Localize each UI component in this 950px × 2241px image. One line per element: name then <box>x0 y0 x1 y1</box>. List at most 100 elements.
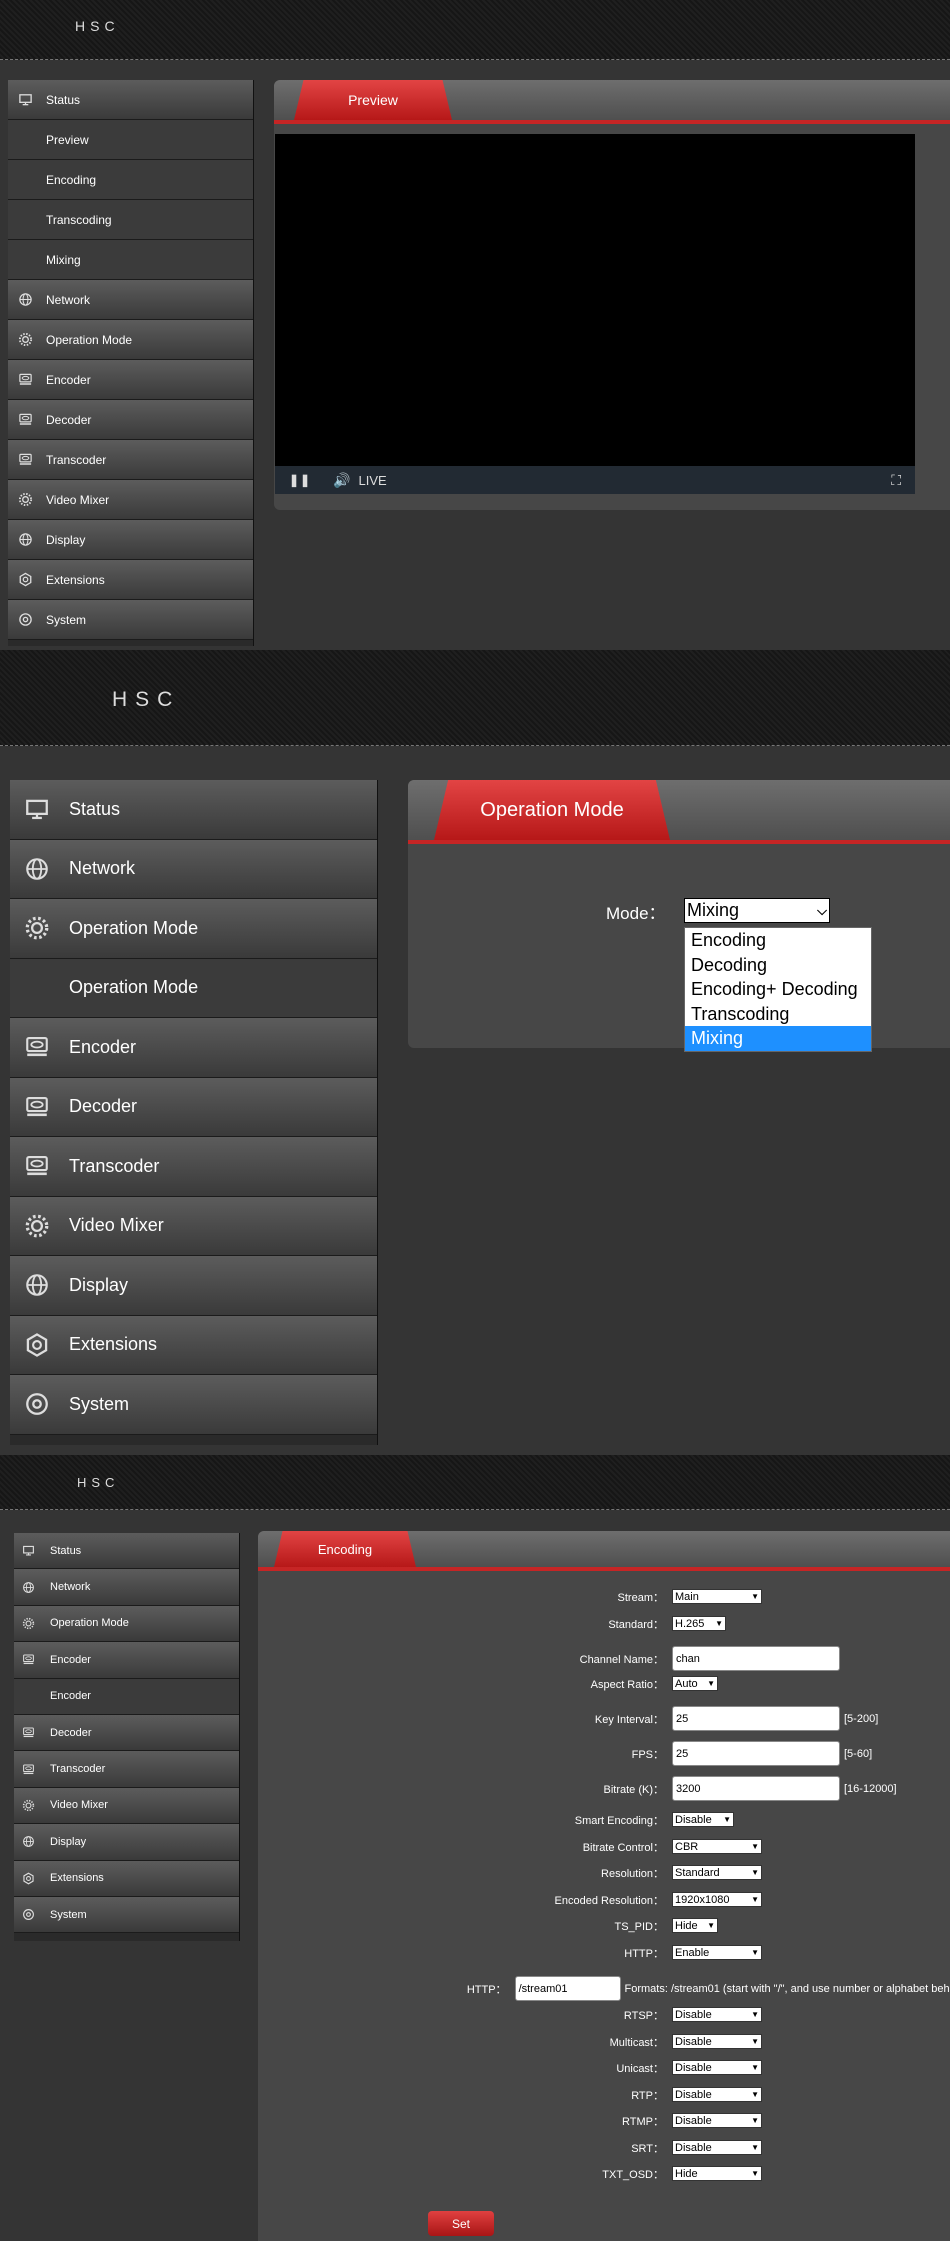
sidebar-item-extensions[interactable]: Extensions <box>10 1315 377 1375</box>
sidebar-item-system[interactable]: System <box>10 1375 377 1435</box>
tab-operation-mode[interactable]: Operation Mode <box>434 780 670 840</box>
sidebar-item-operation-mode[interactable]: Operation Mode <box>10 899 377 959</box>
sidebar-item-video-mixer[interactable]: Video Mixer <box>8 480 253 520</box>
fps-input[interactable]: 25 <box>672 1741 840 1766</box>
sidebar-item-transcoder[interactable]: Transcoder <box>10 1137 377 1197</box>
sidebar-item-extensions[interactable]: Extensions <box>14 1860 239 1897</box>
fullscreen-icon[interactable]: ⛶ <box>891 472 901 489</box>
sidebar-item-label: System <box>69 1393 130 1414</box>
sidebar-item-operation-mode[interactable]: Operation Mode <box>14 1605 239 1643</box>
stream-select[interactable]: Main ▼ <box>672 1589 762 1604</box>
sidebar-item-status[interactable]: Status <box>10 780 377 840</box>
player-controls: ❚❚ 🔊 LIVE ⛶ <box>275 466 915 494</box>
txt-osd-select[interactable]: Hide ▼ <box>672 2166 762 2181</box>
sidebar-item-video-mixer[interactable]: Video Mixer <box>14 1787 239 1825</box>
sidebar-item-label: Operation Mode <box>46 332 133 347</box>
globe-icon <box>22 1581 35 1594</box>
sidebar-item-label: Video Mixer <box>50 1799 108 1812</box>
sidebar-item-decoder[interactable]: Decoder <box>10 1077 377 1137</box>
srt-select[interactable]: Disable ▼ <box>672 2140 762 2155</box>
sidebar-item-video-mixer[interactable]: Video Mixer <box>10 1196 377 1256</box>
sidebar-subitem-operation-mode[interactable]: Operation Mode <box>10 958 377 1018</box>
channel-name-input[interactable]: chan <box>672 1646 840 1671</box>
sidebar-item-system[interactable]: System <box>14 1897 239 1934</box>
multicast-select[interactable]: Disable ▼ <box>672 2034 762 2049</box>
chevron-down-icon: ⌵ <box>817 902 827 918</box>
sidebar-item-extensions[interactable]: Extensions <box>8 560 253 600</box>
mode-select[interactable]: Mixing ⌵ <box>684 898 830 923</box>
set-button[interactable]: Set <box>428 2211 494 2236</box>
sidebar-subitem-preview[interactable]: Preview <box>8 120 253 160</box>
sidebar-item-label: Extensions <box>46 572 105 587</box>
sidebar-item-decoder[interactable]: Decoder <box>8 400 253 440</box>
sidebar-item-operation-mode[interactable]: Operation Mode <box>8 320 253 360</box>
http-select[interactable]: Enable ▼ <box>672 1945 762 1960</box>
mode-option-encoding[interactable]: Encoding <box>685 928 871 953</box>
sidebar-item-transcoder[interactable]: Transcoder <box>14 1751 239 1788</box>
sidebar-subitem-transcoding[interactable]: Transcoding <box>8 200 253 240</box>
sidebar-item-network[interactable]: Network <box>14 1569 239 1606</box>
encoder-icon <box>22 1653 35 1666</box>
key-interval-input[interactable]: 25 <box>672 1706 840 1731</box>
form-row-channel-name-2: Channel Name： chan <box>258 1646 950 1671</box>
tab-encoding[interactable]: Encoding <box>274 1531 416 1567</box>
sidebar-item-label: Encoder <box>69 1036 137 1057</box>
chevron-down-icon: ▼ <box>751 1895 759 1904</box>
brand-logo: HSC <box>75 18 120 34</box>
mode-option-encoding-decoding[interactable]: Encoding+ Decoding <box>685 977 871 1002</box>
decoder-icon <box>22 1726 35 1739</box>
unicast-select[interactable]: Disable ▼ <box>672 2060 762 2075</box>
rtsp-select[interactable]: Disable ▼ <box>672 2007 762 2022</box>
rtmp-select[interactable]: Disable ▼ <box>672 2113 762 2128</box>
encoded-resolution-select[interactable]: 1920x1080 ▼ <box>672 1892 762 1907</box>
tab-bar: Encoding <box>258 1531 950 1571</box>
sidebar-item-encoder[interactable]: Encoder <box>10 1018 377 1078</box>
field-label: Resolution： <box>601 1867 664 1880</box>
aspect-ratio-select[interactable]: Auto ▼ <box>672 1676 718 1691</box>
smart-encoding-select[interactable]: Disable ▼ <box>672 1812 734 1827</box>
rtp-select[interactable]: Disable ▼ <box>672 2087 762 2102</box>
encoding-screen: HSC Status Network Operation Mode Encoder En… <box>0 1455 950 2241</box>
sidebar-item-transcoder[interactable]: Transcoder <box>8 440 253 480</box>
tab-bar: Operation Mode <box>408 780 950 844</box>
standard-select[interactable]: H.265 ▼ <box>672 1616 726 1631</box>
preview-content: Preview ❚❚ 🔊 LIVE ⛶ <box>274 80 950 510</box>
sidebar-item-network[interactable]: Network <box>8 280 253 320</box>
resolution-select[interactable]: Standard ▼ <box>672 1865 762 1880</box>
sidebar-item-decoder[interactable]: Decoder <box>14 1715 239 1752</box>
volume-icon[interactable]: 🔊 <box>333 472 350 489</box>
chevron-down-icon: ▼ <box>723 1815 731 1824</box>
sidebar-item-encoder[interactable]: Encoder <box>14 1642 239 1679</box>
gear-icon <box>24 1213 50 1239</box>
field-label: TXT_OSD： <box>602 2168 664 2181</box>
sidebar-item-status[interactable]: Status <box>14 1533 239 1570</box>
sidebar-item-display[interactable]: Display <box>10 1256 377 1316</box>
video-player[interactable]: ❚❚ 🔊 LIVE ⛶ <box>275 134 915 494</box>
bitrate-k-input[interactable]: 3200 <box>672 1776 840 1801</box>
sidebar-item-display[interactable]: Display <box>14 1824 239 1861</box>
ts-pid-select[interactable]: Hide ▼ <box>672 1918 718 1933</box>
sidebar-item-network[interactable]: Network <box>10 839 377 899</box>
sidebar-item-label: System <box>50 1908 87 1921</box>
mode-label: Mode： <box>606 904 666 923</box>
form-row-smart-encoding-7: Smart Encoding： Disable ▼ <box>258 1812 950 1827</box>
sidebar-item-encoder[interactable]: Encoder <box>8 360 253 400</box>
globe-icon <box>24 856 50 882</box>
sidebar-subitem-encoder[interactable]: Encoder <box>14 1678 239 1715</box>
mode-option-transcoding[interactable]: Transcoding <box>685 1001 871 1027</box>
pause-icon[interactable]: ❚❚ <box>289 473 311 487</box>
form-row-resolution-9: Resolution： Standard ▼ <box>258 1865 950 1880</box>
sidebar-item-system[interactable]: System <box>8 600 253 640</box>
field-label: Channel Name： <box>579 1653 664 1666</box>
tab-preview[interactable]: Preview <box>294 80 452 120</box>
http-input[interactable]: /stream01 <box>514 1976 621 2001</box>
sidebar-subitem-mixing[interactable]: Mixing <box>8 240 253 280</box>
mode-option-mixing[interactable]: Mixing <box>685 1026 871 1051</box>
bitrate-control-select[interactable]: CBR ▼ <box>672 1839 762 1854</box>
target-icon <box>22 1908 35 1921</box>
field-label: Multicast： <box>609 2036 664 2049</box>
sidebar-subitem-encoding[interactable]: Encoding <box>8 160 253 200</box>
mode-option-decoding[interactable]: Decoding <box>685 952 871 978</box>
sidebar-item-status[interactable]: Status <box>8 80 253 120</box>
sidebar-item-display[interactable]: Display <box>8 520 253 560</box>
